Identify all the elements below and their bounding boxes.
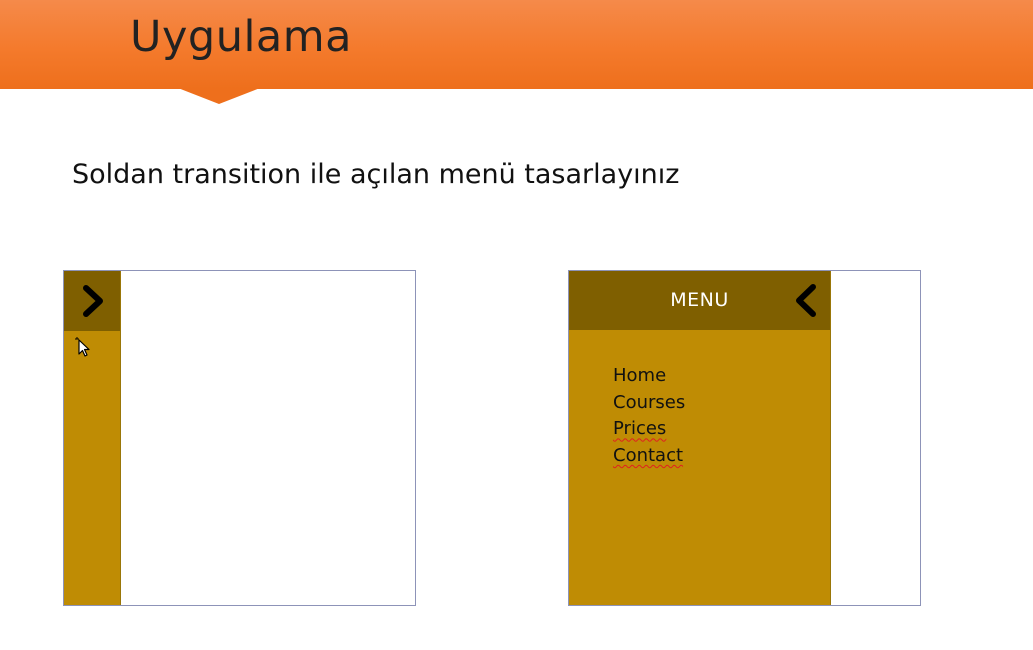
collapsed-sidebar (64, 271, 121, 605)
title-banner-notch (178, 88, 260, 104)
menu-item-courses[interactable]: Courses (613, 390, 685, 417)
expanded-sidebar-header: MENU (569, 271, 830, 330)
menu-list: Home Courses Prices Contact (613, 363, 685, 470)
move-cursor-icon (75, 337, 90, 357)
collapsed-sidebar-header (64, 271, 120, 331)
instruction-text: Soldan transition ile açılan menü tasarl… (72, 159, 680, 190)
menu-item-prices[interactable]: Prices (613, 416, 685, 443)
menu-title: MENU (670, 289, 729, 311)
chevron-left-icon[interactable] (793, 284, 819, 317)
slide-title: Uygulama (130, 12, 353, 62)
expanded-menu-mockup: MENU Home Courses Prices Contact (568, 270, 921, 606)
slide: Uygulama Soldan transition ile açılan me… (0, 0, 1033, 650)
expanded-sidebar: MENU Home Courses Prices Contact (569, 271, 831, 605)
menu-item-contact[interactable]: Contact (613, 443, 685, 470)
collapsed-menu-mockup (63, 270, 416, 606)
menu-item-home[interactable]: Home (613, 363, 685, 390)
chevron-right-icon[interactable] (80, 285, 106, 317)
